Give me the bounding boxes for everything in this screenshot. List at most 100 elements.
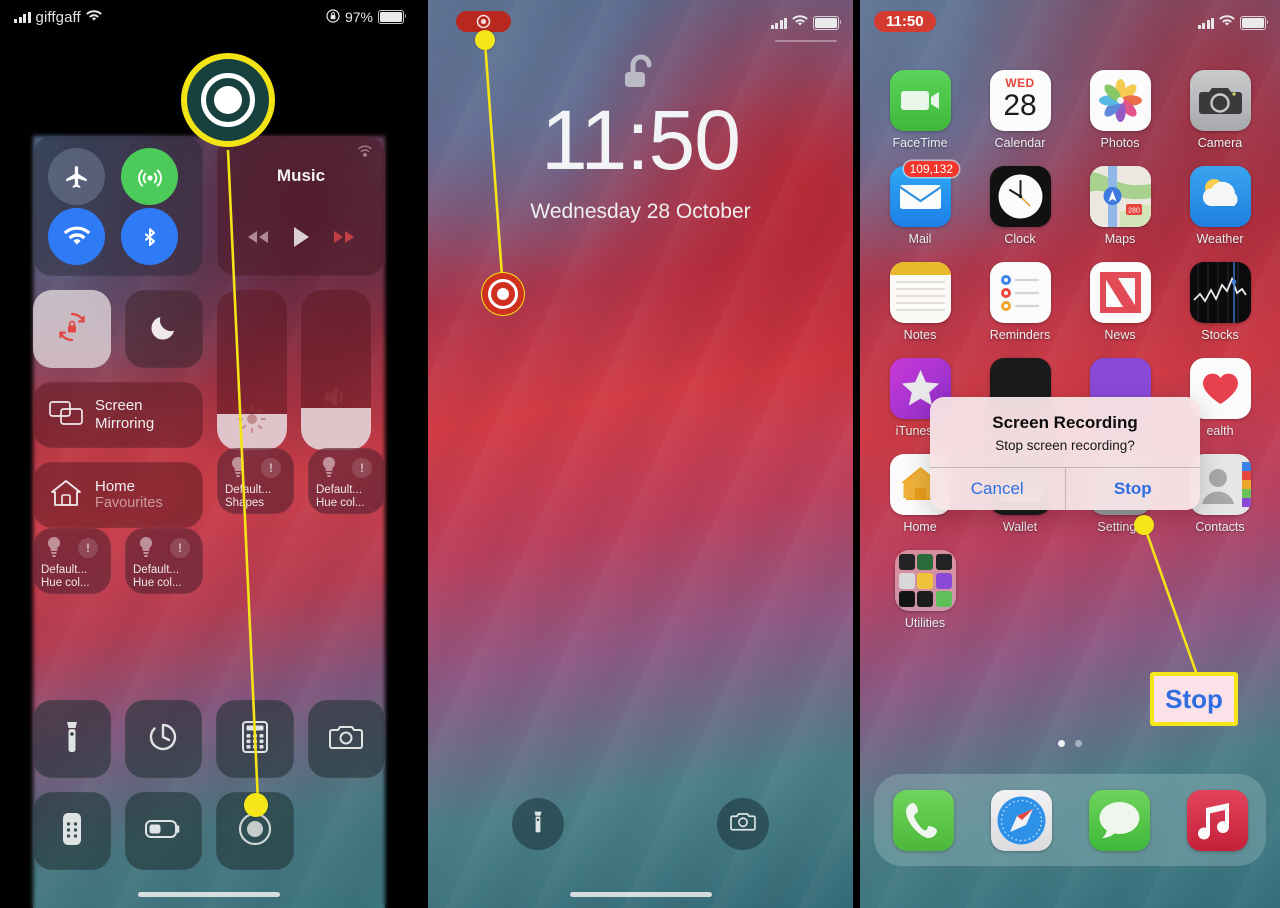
calendar-day: 28 <box>1003 89 1037 122</box>
flashlight-icon <box>529 810 547 839</box>
volume-slider[interactable] <box>301 290 371 450</box>
timer-tile[interactable] <box>124 700 202 778</box>
screen-mirroring-icon <box>49 400 83 431</box>
panel-divider <box>853 0 860 908</box>
brightness-slider[interactable] <box>217 290 287 450</box>
home-icon <box>49 478 83 513</box>
calculator-icon <box>241 720 268 758</box>
home-label: Home <box>95 477 136 495</box>
clock-icon <box>989 166 1051 227</box>
moon-icon <box>148 311 180 348</box>
control-center-shortcuts <box>33 700 385 884</box>
alert-title: Screen Recording <box>992 413 1138 432</box>
app-label: Maps <box>1104 232 1136 246</box>
timer-icon <box>147 721 179 758</box>
wifi-icon[interactable] <box>48 208 105 265</box>
screen-recording-alert: Screen Recording Stop screen recording? … <box>930 397 1200 510</box>
screen-mirroring-tile[interactable]: Screen Mirroring <box>33 382 203 448</box>
app-notes[interactable]: Notes <box>879 262 961 342</box>
app-label: Clock <box>1004 232 1036 246</box>
cancel-button[interactable]: Cancel <box>930 468 1065 510</box>
apple-tv-remote-tile[interactable] <box>33 792 111 870</box>
lock-date: Wednesday 28 October <box>530 200 751 223</box>
hue-tile[interactable]: ! Default... Hue col... <box>125 528 203 594</box>
app-news[interactable]: News <box>1079 262 1161 342</box>
control-center: Music Screen Mirroring Home Favourites !… <box>33 136 385 594</box>
calendar-weekday: WED <box>1005 76 1035 90</box>
facetime-icon <box>889 70 951 131</box>
home-tile[interactable]: Home Favourites <box>33 462 203 528</box>
hue-tile[interactable]: ! Default... Hue col... <box>33 528 111 594</box>
hue-tile-label: Default... Shapes <box>225 484 271 510</box>
hue-line2: Hue col... <box>133 577 182 590</box>
app-reminders[interactable]: Reminders <box>979 262 1061 342</box>
brightness-icon <box>217 404 287 434</box>
weather-icon <box>1189 166 1251 227</box>
app-photos[interactable]: Photos <box>1079 70 1161 150</box>
app-stocks[interactable]: Stocks <box>1179 262 1261 342</box>
music-title: Music <box>276 166 326 185</box>
signal-bars-icon <box>14 11 31 23</box>
hue-tile-label: Default... Hue col... <box>133 564 182 590</box>
app-label: ealth <box>1206 424 1234 438</box>
app-row: 109,132 Mail Clock 280 Maps Weather <box>860 161 1280 246</box>
recording-time-pill: 11:50 <box>874 11 936 32</box>
screen-record-tile[interactable] <box>216 792 294 870</box>
flashlight-tile[interactable] <box>33 700 111 778</box>
bluetooth-icon[interactable] <box>121 208 178 265</box>
app-mail[interactable]: 109,132 Mail <box>879 161 961 246</box>
warning-badge: ! <box>261 458 281 478</box>
app-maps[interactable]: 280 Maps <box>1079 166 1161 246</box>
app-label: Mail <box>908 232 932 246</box>
home-indicator[interactable] <box>569 892 712 897</box>
app-row: FaceTime WED 28 Calendar Photos Camera <box>860 70 1280 150</box>
speaker-icon <box>301 384 371 410</box>
hue-tile-label: Default... Hue col... <box>41 564 90 590</box>
home-indicator[interactable] <box>138 892 280 897</box>
music-tile[interactable]: Music <box>217 136 385 276</box>
music-icon[interactable] <box>1186 789 1248 851</box>
safari-icon[interactable] <box>990 789 1052 851</box>
app-clock[interactable]: Clock <box>979 166 1061 246</box>
messages-icon[interactable] <box>1088 789 1150 851</box>
utilities-folder-icon <box>894 550 956 611</box>
app-weather[interactable]: Weather <box>1179 166 1261 246</box>
page-dots[interactable] <box>860 740 1280 747</box>
alert-body: Screen Recording Stop screen recording? <box>930 397 1200 467</box>
connectivity-tile[interactable] <box>33 136 203 276</box>
signal-bars-icon <box>1197 17 1214 29</box>
camera-icon <box>1189 70 1251 131</box>
cellular-data-icon[interactable] <box>121 148 178 205</box>
lock-camera-button[interactable] <box>717 798 769 850</box>
rewind-icon[interactable] <box>245 229 271 250</box>
hue-line1: Default... <box>316 484 363 497</box>
bulb-icon <box>320 456 338 485</box>
fast-forward-icon[interactable] <box>331 229 357 250</box>
camera-tile[interactable] <box>307 700 385 778</box>
battery-percent: 97% <box>344 9 373 25</box>
rotation-lock-icon <box>55 310 89 349</box>
battery-icon <box>378 10 407 24</box>
app-camera[interactable]: Camera <box>1179 70 1261 150</box>
do-not-disturb-toggle[interactable] <box>125 290 203 368</box>
camera-icon <box>329 723 364 756</box>
phone-icon[interactable] <box>892 789 954 851</box>
play-icon[interactable] <box>291 225 311 254</box>
rotation-lock-icon <box>326 8 340 26</box>
app-calendar[interactable]: WED 28 Calendar <box>979 70 1061 150</box>
calculator-tile[interactable] <box>216 700 294 778</box>
app-label: Utilities <box>904 616 946 630</box>
rotation-lock-toggle[interactable] <box>33 290 111 368</box>
low-power-mode-tile[interactable] <box>124 792 202 870</box>
badge: 109,132 <box>903 161 959 177</box>
app-facetime[interactable]: FaceTime <box>879 70 961 150</box>
hue-tile[interactable]: ! Default... Shapes <box>217 448 294 514</box>
hue-tile[interactable]: ! Default... Hue col... <box>308 448 385 514</box>
app-row: Utilities <box>860 550 1280 630</box>
app-utilities-folder[interactable]: Utilities <box>884 550 966 630</box>
airplane-mode-icon[interactable] <box>48 148 105 205</box>
screen-mirroring-label: Screen Mirroring <box>95 397 203 432</box>
stop-button[interactable]: Stop <box>1064 468 1201 510</box>
home-tile-label: Home Favourites <box>95 478 163 513</box>
lock-flashlight-button[interactable] <box>512 798 564 850</box>
